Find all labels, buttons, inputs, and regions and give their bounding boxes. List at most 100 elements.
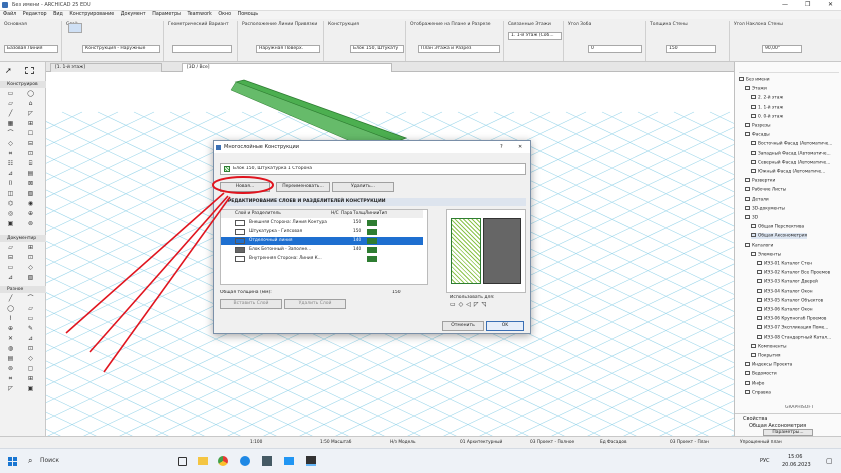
cancel-button[interactable]: Отменить [442, 321, 484, 331]
more-tool-13-icon[interactable]: ▤ [6, 355, 15, 363]
store-icon[interactable] [262, 456, 272, 466]
mail-icon[interactable] [284, 457, 294, 465]
delete-layer-button[interactable]: Удалить Слой [284, 299, 346, 309]
navigator-item[interactable]: Этажи [745, 86, 767, 92]
toolbox-section-design[interactable]: Конструиров [0, 81, 46, 88]
navigator-item[interactable]: Фасады [745, 132, 770, 138]
composite-selector[interactable]: Блок 150, Штукатурка 1 Сторона [220, 163, 526, 175]
more-tool-17-icon[interactable]: ⌗ [6, 375, 15, 383]
angle-field[interactable]: 0 [588, 45, 642, 53]
menu-options[interactable]: Параметры [152, 12, 181, 17]
menu-window[interactable]: Окно [218, 12, 231, 17]
design-tool-17-icon[interactable]: ⊿ [6, 170, 15, 178]
menu-document[interactable]: Документ [121, 12, 146, 17]
help-button[interactable]: ? [500, 141, 503, 153]
menu-design[interactable]: Конструирование [69, 12, 114, 17]
line-type-swatch[interactable] [367, 220, 377, 226]
archicad-icon[interactable] [306, 456, 316, 466]
document-tool-7-icon[interactable]: ⊿ [6, 274, 15, 282]
navigator-item[interactable]: ИЭ3-05 Каталог Объектов [757, 297, 823, 303]
design-tool-28-icon[interactable]: ⊚ [26, 220, 35, 228]
line-type-swatch[interactable] [367, 229, 377, 235]
navigator-item[interactable]: Общая Перспектива [751, 224, 804, 230]
table-row[interactable]: Блок Бетонный - Заполне... 140 [221, 246, 423, 254]
linked-story-field[interactable]: 1. 1-й этаж (Соб... [508, 32, 562, 40]
table-row[interactable]: Внутренняя Сторона: Линия К... [221, 255, 423, 263]
document-tool-5-icon[interactable]: ▭ [6, 264, 15, 272]
design-tool-11-icon[interactable]: ◇ [6, 140, 15, 148]
design-tool-23-icon[interactable]: ⌬ [6, 200, 15, 208]
design-tool-25-icon[interactable]: ◎ [6, 210, 15, 218]
more-tool-14-icon[interactable]: ◇ [26, 355, 35, 363]
clock-date[interactable]: 20.06.2023 [782, 462, 811, 468]
navigator-item[interactable]: ИЭ3-08 Стандартный Катал... [757, 334, 831, 340]
navigator-item[interactable]: ИЭ3-03 Каталог Дверей [757, 279, 818, 285]
table-row[interactable]: Штукатурка - Гипсовая 150 [221, 228, 423, 236]
design-tool-12-icon[interactable]: ⊟ [26, 140, 35, 148]
line-type-swatch[interactable] [367, 256, 377, 262]
navigator-item[interactable]: ИЭ3-07 Экспликация Поме... [757, 325, 828, 331]
toolbox-section-more[interactable]: Разное [0, 286, 46, 293]
toolbox-section-document[interactable]: Документир [0, 235, 46, 242]
document-tool-4-icon[interactable]: ⊡ [26, 254, 35, 262]
table-row[interactable]: Отделочный линия 140 [221, 237, 423, 245]
more-tool-2-icon[interactable]: ⌒ [26, 295, 35, 303]
status-item[interactable]: Упрощенный план [740, 439, 782, 447]
line-type-swatch[interactable] [367, 247, 377, 253]
design-tool-10-icon[interactable]: ☐ [26, 130, 35, 138]
pointer-tool[interactable] [68, 23, 82, 33]
more-tool-3-icon[interactable]: ◯ [6, 305, 15, 313]
menu-file[interactable]: Файл [3, 12, 16, 17]
menu-edit[interactable]: Редактор [23, 12, 47, 17]
navigator-item[interactable]: Покрытия [751, 353, 780, 359]
tab-floor-plan[interactable]: [1. 1-й этаж] [50, 63, 162, 72]
navigator-item[interactable]: 3D-документы [745, 205, 785, 211]
status-item[interactable]: 01 Архитектурный [460, 439, 502, 447]
more-tool-19-icon[interactable]: ◸ [6, 385, 15, 393]
navigator-item[interactable]: 2. 2-й этаж [751, 95, 783, 101]
windows-start-icon[interactable] [8, 457, 17, 466]
navigator-item[interactable]: 3D [745, 215, 758, 221]
arrow-tool-icon[interactable]: ➚ [5, 66, 12, 75]
navigator-item[interactable]: Инфо [745, 380, 764, 386]
more-tool-16-icon[interactable]: ▢ [26, 365, 35, 373]
layer-thickness[interactable]: 150 [353, 228, 365, 236]
params-button[interactable]: Параметры... [763, 429, 813, 436]
more-tool-20-icon[interactable]: ▣ [26, 385, 35, 393]
design-tool-4-icon[interactable]: ⌂ [26, 100, 35, 108]
notification-icon[interactable]: ▢ [826, 457, 833, 465]
navigator-item[interactable]: Справка [745, 389, 771, 395]
navigator-item[interactable]: Элементы [751, 251, 781, 257]
chrome-icon[interactable] [218, 456, 228, 466]
slant-field[interactable]: 90,00° [762, 45, 802, 53]
navigator-item[interactable]: Западный Фасад (Автоматиче... [751, 150, 831, 156]
menu-help[interactable]: Помощь [238, 12, 258, 17]
document-tool-8-icon[interactable]: ▧ [26, 274, 35, 282]
design-tool-26-icon[interactable]: ⊕ [26, 210, 35, 218]
dialog-close-button[interactable]: ✕ [518, 141, 522, 153]
navigator-item[interactable]: 1. 1-й этаж [751, 104, 783, 110]
tab-3d[interactable]: [3D / Все] [182, 63, 392, 72]
design-tool-21-icon[interactable]: ◫ [6, 190, 15, 198]
design-tool-13-icon[interactable]: ⌗ [6, 150, 15, 158]
menu-teamwork[interactable]: Teamwork [188, 12, 212, 17]
navigator-item[interactable]: Общая Аксонометрия [751, 233, 808, 239]
line-type-swatch[interactable] [367, 238, 377, 244]
ok-button[interactable]: OK [486, 321, 524, 331]
marquee-tool-icon[interactable] [25, 67, 34, 74]
status-item[interactable]: 1:50 Масштаб [320, 439, 351, 447]
navigator-item[interactable]: ИЭ3-06 Крупногаб Проемов [757, 316, 826, 322]
design-tool-24-icon[interactable]: ◉ [26, 200, 35, 208]
menu-view[interactable]: Вид [53, 12, 63, 17]
design-tool-18-icon[interactable]: ▤ [26, 170, 35, 178]
design-tool-15-icon[interactable]: ☷ [6, 160, 15, 168]
more-tool-12-icon[interactable]: ⊡ [26, 345, 35, 353]
navigator-item[interactable]: Ведомости [745, 371, 777, 377]
maximize-button[interactable]: ❐ [805, 1, 810, 8]
document-tool-6-icon[interactable]: ◇ [26, 264, 35, 272]
reference-line-select[interactable]: Наружная Поверх. [256, 45, 320, 53]
use-for-icons[interactable]: ▭◇◁◸◹ [450, 301, 522, 309]
status-item[interactable]: 03 Проект - План [670, 439, 709, 447]
layer-select[interactable]: Конструкция - Наружные [82, 45, 160, 53]
design-tool-6-icon[interactable]: ◸ [26, 110, 35, 118]
